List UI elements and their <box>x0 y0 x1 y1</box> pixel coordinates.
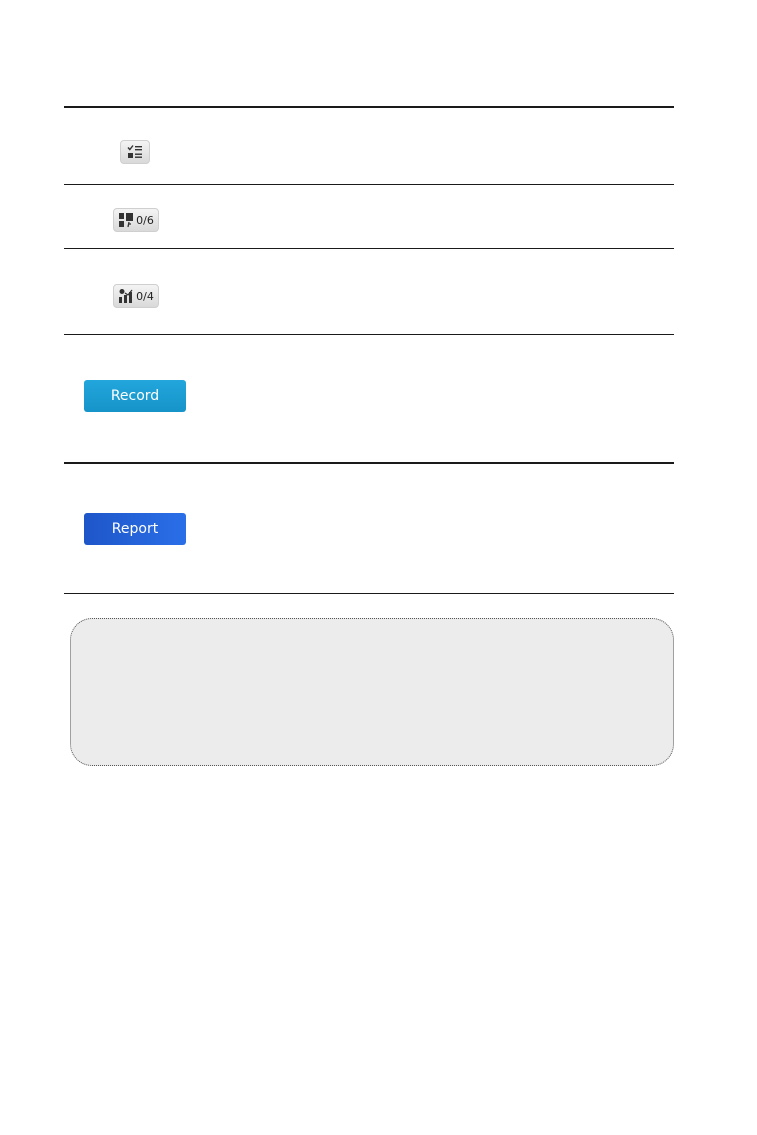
dashboard-progress-button[interactable]: 0/4 <box>113 284 159 308</box>
row-divider-4 <box>64 462 674 464</box>
component-count: 0/6 <box>136 213 154 227</box>
note-box <box>70 618 674 766</box>
row-divider-5 <box>64 593 674 594</box>
record-button[interactable]: Record <box>84 380 186 412</box>
dashboard-count: 0/4 <box>136 289 154 303</box>
row-divider-2 <box>64 248 674 249</box>
row-divider-3 <box>64 334 674 335</box>
component-progress-button[interactable]: 0/6 <box>113 208 159 232</box>
report-button[interactable]: Report <box>84 513 186 545</box>
checklist-button[interactable] <box>120 140 150 164</box>
top-rule <box>64 106 674 108</box>
component-grid-icon <box>118 212 134 228</box>
checklist-icon <box>126 144 144 160</box>
dashboard-chart-icon <box>118 288 134 304</box>
row-divider-1 <box>64 184 674 185</box>
